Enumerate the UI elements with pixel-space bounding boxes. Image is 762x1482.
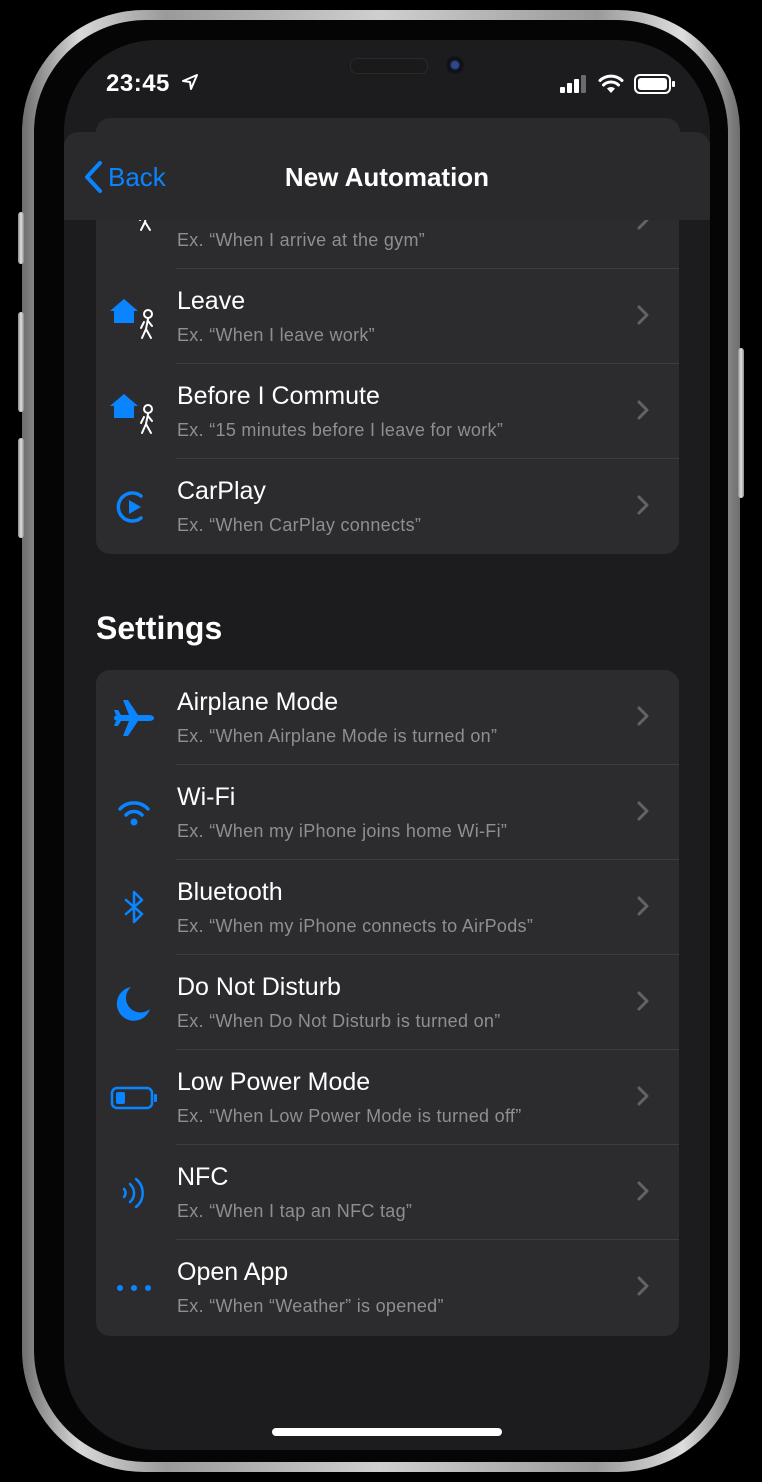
front-camera	[446, 56, 464, 74]
power-button	[738, 348, 744, 498]
chevron-right-icon	[637, 1181, 649, 1206]
list-item-open-app[interactable]: Open App Ex. “When “Weather” is opened”	[96, 1240, 679, 1335]
chevron-right-icon	[637, 991, 649, 1016]
row-title: Low Power Mode	[177, 1068, 371, 1096]
list-item-nfc[interactable]: NFC Ex. “When I tap an NFC tag”	[96, 1145, 679, 1240]
chevron-right-icon	[637, 896, 649, 921]
list-item-leave[interactable]: Leave Ex. “When I leave work”	[96, 269, 679, 364]
row-subtitle: Ex. “When “Weather” is opened”	[177, 1296, 444, 1316]
silent-switch	[18, 212, 24, 264]
status-time: 23:45	[106, 70, 170, 97]
row-subtitle: Ex. “When my iPhone connects to AirPods”	[177, 916, 534, 936]
status-indicators	[560, 74, 676, 99]
cellular-signal-icon	[560, 75, 588, 98]
chevron-right-icon	[637, 706, 649, 731]
list-item-bluetooth[interactable]: Bluetooth Ex. “When my iPhone connects t…	[96, 860, 679, 955]
volume-up-button	[18, 312, 24, 412]
row-title: CarPlay	[177, 477, 266, 505]
bluetooth-icon	[110, 884, 158, 932]
list-item-wifi[interactable]: Wi-Fi Ex. “When my iPhone joins home Wi-…	[96, 765, 679, 860]
battery-icon	[634, 74, 676, 99]
row-subtitle: Ex. “When Airplane Mode is turned on”	[177, 726, 498, 746]
leave-home-icon	[110, 293, 158, 341]
row-title: Leave	[177, 287, 246, 315]
row-title: NFC	[177, 1163, 229, 1191]
low-battery-icon	[110, 1074, 158, 1122]
wifi-status-icon	[598, 74, 624, 99]
chevron-right-icon	[637, 801, 649, 826]
location-group: Ex. “When I arrive at the gym” Leave Ex.…	[96, 174, 679, 554]
volume-down-button	[18, 438, 24, 538]
list-item-low-power-mode[interactable]: Low Power Mode Ex. “When Low Power Mode …	[96, 1050, 679, 1145]
location-arrow-icon	[182, 74, 198, 95]
row-subtitle: Ex. “When my iPhone joins home Wi-Fi”	[177, 821, 508, 841]
row-subtitle: Ex. “When Do Not Disturb is turned on”	[177, 1011, 501, 1031]
home-indicator[interactable]	[272, 1428, 502, 1436]
nfc-icon	[110, 1169, 158, 1217]
wifi-icon	[110, 789, 158, 837]
carplay-icon	[110, 483, 158, 531]
chevron-right-icon	[637, 305, 649, 330]
list-item-before-commute[interactable]: Before I Commute Ex. “15 minutes before …	[96, 364, 679, 459]
row-subtitle: Ex. “When I arrive at the gym”	[177, 230, 426, 250]
moon-icon	[110, 979, 158, 1027]
row-title: Open App	[177, 1258, 289, 1286]
ellipsis-icon	[110, 1264, 158, 1312]
row-title: Before I Commute	[177, 382, 380, 410]
settings-section-header: Settings	[96, 610, 223, 646]
chevron-right-icon	[637, 1086, 649, 1111]
row-title: Bluetooth	[177, 878, 283, 906]
row-title: Do Not Disturb	[177, 973, 341, 1001]
row-subtitle: Ex. “When Low Power Mode is turned off”	[177, 1106, 522, 1126]
airplane-icon	[110, 694, 158, 742]
list-item-do-not-disturb[interactable]: Do Not Disturb Ex. “When Do Not Disturb …	[96, 955, 679, 1050]
chevron-right-icon	[637, 495, 649, 520]
row-subtitle: Ex. “When I tap an NFC tag”	[177, 1201, 413, 1221]
row-title: Wi-Fi	[177, 783, 236, 811]
commute-icon	[110, 388, 158, 436]
row-title: Airplane Mode	[177, 688, 339, 716]
row-subtitle: Ex. “15 minutes before I leave for work”	[177, 420, 504, 440]
settings-group: Airplane Mode Ex. “When Airplane Mode is…	[96, 670, 679, 1336]
chevron-right-icon	[637, 400, 649, 425]
page-title: New Automation	[284, 162, 490, 192]
speaker-grille	[350, 58, 428, 74]
chevron-right-icon	[637, 1276, 649, 1301]
list-item-carplay[interactable]: CarPlay Ex. “When CarPlay connects”	[96, 459, 679, 554]
row-subtitle: Ex. “When I leave work”	[177, 325, 375, 345]
list-item-airplane-mode[interactable]: Airplane Mode Ex. “When Airplane Mode is…	[96, 670, 679, 765]
row-subtitle: Ex. “When CarPlay connects”	[177, 515, 422, 535]
